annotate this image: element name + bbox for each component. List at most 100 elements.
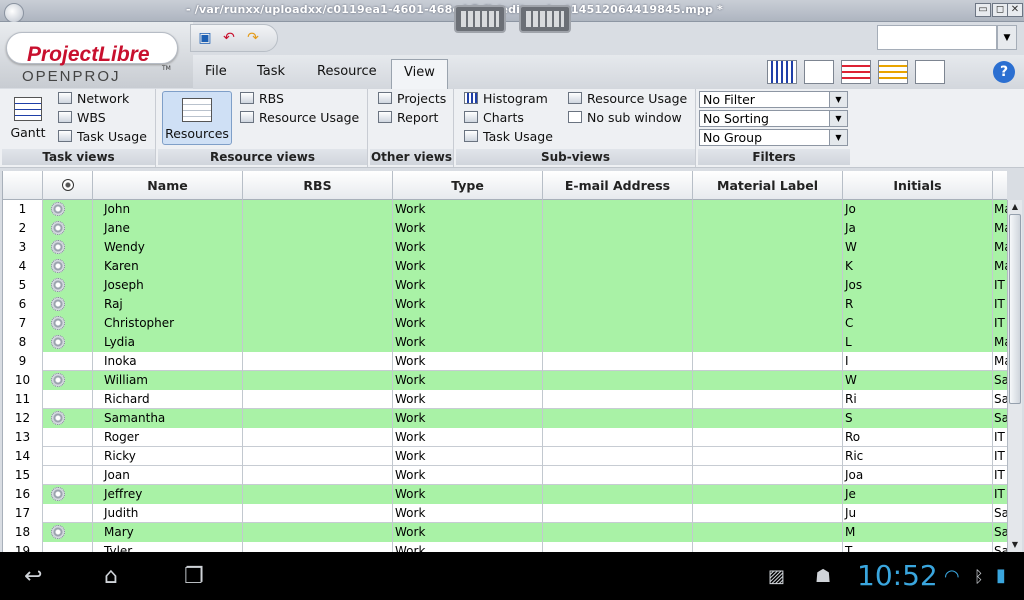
table-row[interactable]: 3 Wendy Work WMa (3, 238, 1007, 257)
cell-rbs[interactable] (243, 333, 393, 352)
cell-material-label[interactable] (693, 428, 843, 447)
cell-type[interactable]: Work (393, 466, 543, 485)
table-row[interactable]: 15 Joan Work Joa IT (3, 466, 1007, 485)
charts-toolbar-icon[interactable] (804, 60, 834, 84)
resource-usage-toolbar-icon[interactable] (878, 60, 908, 84)
minimize-button[interactable]: ▭ (975, 3, 991, 17)
scroll-thumb[interactable] (1009, 214, 1021, 404)
row-indicator[interactable] (43, 314, 93, 333)
cell-extra[interactable]: Ma (993, 200, 1007, 219)
row-indicator[interactable] (43, 219, 93, 238)
cell-initials[interactable]: T (843, 542, 993, 552)
cell-email[interactable] (543, 238, 693, 257)
no-subwindow-toolbar-icon[interactable] (915, 60, 945, 84)
row-indicator[interactable] (43, 333, 93, 352)
cell-extra[interactable]: Ma (993, 238, 1007, 257)
row-indicator[interactable] (43, 257, 93, 276)
cell-type[interactable]: Work (393, 371, 543, 390)
cell-initials[interactable]: R (843, 295, 993, 314)
cell-name[interactable]: Raj (93, 295, 243, 314)
redo-icon[interactable]: ↷ (243, 29, 263, 47)
row-indicator[interactable] (43, 523, 93, 542)
cell-material-label[interactable] (693, 295, 843, 314)
cell-material-label[interactable] (693, 447, 843, 466)
cell-name[interactable]: Mary (93, 523, 243, 542)
row-indicator[interactable] (43, 371, 93, 390)
task-usage-toolbar-icon[interactable] (841, 60, 871, 84)
tab-file[interactable]: File (193, 59, 239, 89)
cell-extra[interactable]: Ma (993, 333, 1007, 352)
cell-material-label[interactable] (693, 314, 843, 333)
cell-rbs[interactable] (243, 428, 393, 447)
cell-rbs[interactable] (243, 200, 393, 219)
table-row[interactable]: 18 Mary Work MSa (3, 523, 1007, 542)
cell-extra[interactable]: Ma (993, 219, 1007, 238)
cell-extra[interactable]: Sa (993, 542, 1007, 552)
row-indicator[interactable] (43, 466, 93, 485)
table-row[interactable]: 19 Tyler Work TSa (3, 542, 1007, 552)
cell-type[interactable]: Work (393, 428, 543, 447)
cell-type[interactable]: Work (393, 390, 543, 409)
cell-extra[interactable]: Ma (993, 352, 1007, 371)
back-icon[interactable]: ↩ (24, 564, 42, 589)
header-indicators[interactable] (43, 171, 93, 200)
cell-name[interactable]: Christopher (93, 314, 243, 333)
header-initials[interactable]: Initials (843, 171, 993, 200)
cell-material-label[interactable] (693, 371, 843, 390)
cell-material-label[interactable] (693, 409, 843, 428)
cell-rbs[interactable] (243, 504, 393, 523)
cell-email[interactable] (543, 314, 693, 333)
table-row[interactable]: 17 Judith Work JuSa (3, 504, 1007, 523)
cell-email[interactable] (543, 485, 693, 504)
cell-extra[interactable]: Sa (993, 409, 1007, 428)
cell-initials[interactable]: Je (843, 485, 993, 504)
cell-type[interactable]: Work (393, 276, 543, 295)
cell-name[interactable]: Samantha (93, 409, 243, 428)
cell-name[interactable]: Jeffrey (93, 485, 243, 504)
tab-task[interactable]: Task (245, 59, 297, 89)
cell-email[interactable] (543, 352, 693, 371)
cell-extra[interactable]: Sa (993, 371, 1007, 390)
table-row[interactable]: 7 Christopher Work C IT (3, 314, 1007, 333)
row-indicator[interactable] (43, 485, 93, 504)
close-button[interactable]: ✕ (1007, 3, 1023, 17)
table-row[interactable]: 5 Joseph Work Jos IT (3, 276, 1007, 295)
keyboard-icon[interactable] (454, 5, 506, 33)
histogram-button[interactable]: Histogram (464, 90, 548, 108)
cell-extra[interactable]: IT (993, 447, 1007, 466)
cell-material-label[interactable] (693, 352, 843, 371)
cell-material-label[interactable] (693, 238, 843, 257)
resource-usage-button[interactable]: Resource Usage (240, 109, 359, 127)
row-indicator[interactable] (43, 447, 93, 466)
cell-email[interactable] (543, 428, 693, 447)
save-icon[interactable]: ▣ (195, 29, 215, 47)
cell-material-label[interactable] (693, 257, 843, 276)
cell-initials[interactable]: M (843, 523, 993, 542)
cell-initials[interactable]: L (843, 333, 993, 352)
cell-rbs[interactable] (243, 219, 393, 238)
wbs-button[interactable]: WBS (58, 109, 106, 127)
maximize-button[interactable]: ◻ (992, 3, 1008, 17)
gallery-icon[interactable]: ▨ (768, 566, 785, 587)
cell-initials[interactable]: Ric (843, 447, 993, 466)
no-sub-window-button[interactable]: No sub window (568, 109, 682, 127)
cell-extra[interactable]: IT (993, 428, 1007, 447)
tab-resource[interactable]: Resource (305, 59, 389, 89)
cell-material-label[interactable] (693, 523, 843, 542)
projects-button[interactable]: Projects (378, 90, 446, 108)
cell-email[interactable] (543, 371, 693, 390)
rbs-button[interactable]: RBS (240, 90, 284, 108)
table-row[interactable]: 8 Lydia Work LMa (3, 333, 1007, 352)
cell-type[interactable]: Work (393, 504, 543, 523)
cell-extra[interactable]: IT (993, 485, 1007, 504)
cell-email[interactable] (543, 409, 693, 428)
cell-type[interactable]: Work (393, 333, 543, 352)
cell-material-label[interactable] (693, 542, 843, 552)
scroll-down-icon[interactable]: ▼ (1008, 538, 1022, 552)
table-row[interactable]: 10 William Work WSa (3, 371, 1007, 390)
table-row[interactable]: 9 Inoka Work IMa (3, 352, 1007, 371)
cell-initials[interactable]: Ro (843, 428, 993, 447)
histogram-toolbar-icon[interactable] (767, 60, 797, 84)
cell-initials[interactable]: Joa (843, 466, 993, 485)
row-indicator[interactable] (43, 504, 93, 523)
